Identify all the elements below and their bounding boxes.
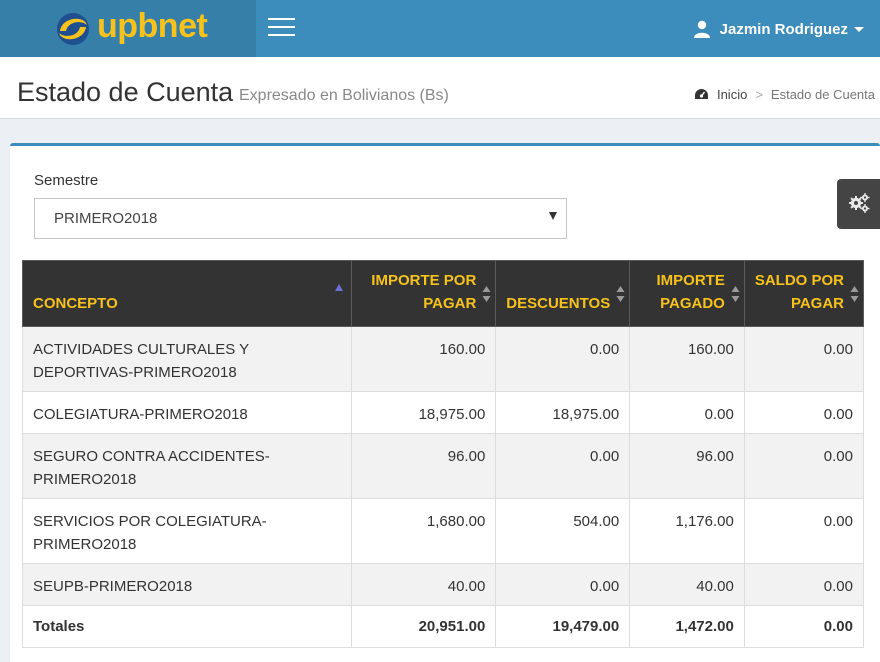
semestre-select[interactable]: PRIMERO2018 bbox=[34, 198, 567, 239]
table-row: SEUPB-PRIMERO2018 40.00 0.00 40.00 0.00 bbox=[21, 563, 865, 606]
cell-importe: 96.00 bbox=[351, 433, 497, 499]
table-row: ACTIVIDADES CULTURALES Y DEPORTIVAS-PRIM… bbox=[21, 326, 865, 392]
cell-descuentos: 504.00 bbox=[495, 498, 631, 564]
table-row: SERVICIOS POR COLEGIATURA-PRIMERO2018 1,… bbox=[21, 498, 865, 564]
dashboard-icon bbox=[694, 89, 708, 99]
dropdown-arrow-icon bbox=[549, 212, 557, 220]
cell-concepto: ACTIVIDADES CULTURALES Y DEPORTIVAS-PRIM… bbox=[21, 326, 353, 392]
cell-saldo: 0.00 bbox=[743, 498, 865, 564]
cell-descuentos: 0.00 bbox=[495, 326, 631, 392]
total-descuentos: 19,479.00 bbox=[495, 605, 631, 648]
logo-swirl-icon bbox=[57, 13, 89, 45]
user-menu[interactable]: Jazmin Rodriguez bbox=[693, 17, 864, 41]
cell-descuentos: 0.00 bbox=[495, 563, 631, 606]
column-header-label: IMPORTE PAGADO bbox=[656, 272, 725, 312]
cell-importe: 18,975.00 bbox=[351, 391, 497, 434]
logo[interactable]: upbnet bbox=[0, 0, 256, 57]
gears-icon bbox=[849, 193, 870, 213]
total-saldo: 0.00 bbox=[743, 605, 865, 648]
totals-label: Totales bbox=[21, 605, 353, 648]
totals-row: Totales 20,951.00 19,479.00 1,472.00 0.0… bbox=[21, 605, 865, 648]
cell-pagado: 0.00 bbox=[629, 391, 745, 434]
content-header: Estado de Cuenta Expresado en Bolivianos… bbox=[0, 57, 880, 119]
sort-icon bbox=[850, 286, 859, 302]
menu-bar-icon bbox=[268, 34, 295, 36]
sort-icon bbox=[616, 286, 625, 302]
column-header-pagado[interactable]: IMPORTE PAGADO bbox=[629, 260, 745, 327]
cell-saldo: 0.00 bbox=[743, 326, 865, 392]
cell-saldo: 0.00 bbox=[743, 433, 865, 499]
semestre-select-value: PRIMERO2018 bbox=[54, 210, 158, 227]
logo-text: upbnet bbox=[97, 7, 208, 45]
cell-pagado: 40.00 bbox=[629, 563, 745, 606]
sort-asc-icon bbox=[335, 284, 344, 291]
cell-descuentos: 18,975.00 bbox=[495, 391, 631, 434]
cell-concepto: SEUPB-PRIMERO2018 bbox=[21, 563, 353, 606]
semestre-label: Semestre bbox=[34, 172, 99, 189]
table-header-row: CONCEPTO IMPORTE POR PAGAR DESCUENTOS IM… bbox=[21, 260, 865, 327]
estado-cuenta-table: CONCEPTO IMPORTE POR PAGAR DESCUENTOS IM… bbox=[21, 260, 865, 648]
cell-pagado: 1,176.00 bbox=[629, 498, 745, 564]
cell-importe: 1,680.00 bbox=[351, 498, 497, 564]
column-header-label: DESCUENTOS bbox=[506, 295, 611, 312]
menu-bar-icon bbox=[268, 18, 295, 20]
total-pagado: 1,472.00 bbox=[629, 605, 745, 648]
cell-concepto: SERVICIOS POR COLEGIATURA-PRIMERO2018 bbox=[21, 498, 353, 564]
column-header-saldo[interactable]: SALDO POR PAGAR bbox=[743, 260, 865, 327]
user-icon bbox=[693, 20, 710, 38]
table-row: COLEGIATURA-PRIMERO2018 18,975.00 18,975… bbox=[21, 391, 865, 434]
breadcrumb: Inicio > Estado de Cuenta bbox=[694, 87, 875, 102]
breadcrumb-current: Estado de Cuenta bbox=[770, 87, 875, 102]
caret-down-icon bbox=[854, 26, 864, 32]
column-header-label: IMPORTE POR PAGAR bbox=[371, 272, 477, 312]
cell-concepto: COLEGIATURA-PRIMERO2018 bbox=[21, 391, 353, 434]
column-header-concepto[interactable]: CONCEPTO bbox=[21, 260, 353, 327]
cell-concepto: SEGURO CONTRA ACCIDENTES-PRIMERO2018 bbox=[21, 433, 353, 499]
cell-importe: 160.00 bbox=[351, 326, 497, 392]
breadcrumb-separator: > bbox=[755, 87, 763, 102]
column-header-importe[interactable]: IMPORTE POR PAGAR bbox=[351, 260, 497, 327]
cell-saldo: 0.00 bbox=[743, 391, 865, 434]
sort-icon bbox=[731, 286, 740, 302]
page-subtitle: Expresado en Bolivianos (Bs) bbox=[239, 87, 449, 104]
sort-icon bbox=[482, 286, 491, 302]
menu-bar-icon bbox=[268, 26, 295, 28]
cell-pagado: 160.00 bbox=[629, 326, 745, 392]
cell-descuentos: 0.00 bbox=[495, 433, 631, 499]
column-header-descuentos[interactable]: DESCUENTOS bbox=[495, 260, 631, 327]
cell-importe: 40.00 bbox=[351, 563, 497, 606]
column-header-label: SALDO POR PAGAR bbox=[754, 272, 845, 312]
breadcrumb-home-link[interactable]: Inicio bbox=[717, 87, 747, 102]
user-name: Jazmin Rodriguez bbox=[719, 20, 848, 38]
total-importe: 20,951.00 bbox=[351, 605, 497, 648]
table-row: SEGURO CONTRA ACCIDENTES-PRIMERO2018 96.… bbox=[21, 433, 865, 499]
top-navbar: upbnet Jazmin Rodriguez bbox=[0, 0, 880, 57]
settings-tab[interactable] bbox=[837, 179, 880, 229]
sidebar-toggle-button[interactable] bbox=[268, 18, 298, 40]
cell-pagado: 96.00 bbox=[629, 433, 745, 499]
column-header-label: CONCEPTO bbox=[33, 295, 118, 312]
page-title: Estado de Cuenta bbox=[17, 77, 234, 107]
cell-saldo: 0.00 bbox=[743, 563, 865, 606]
